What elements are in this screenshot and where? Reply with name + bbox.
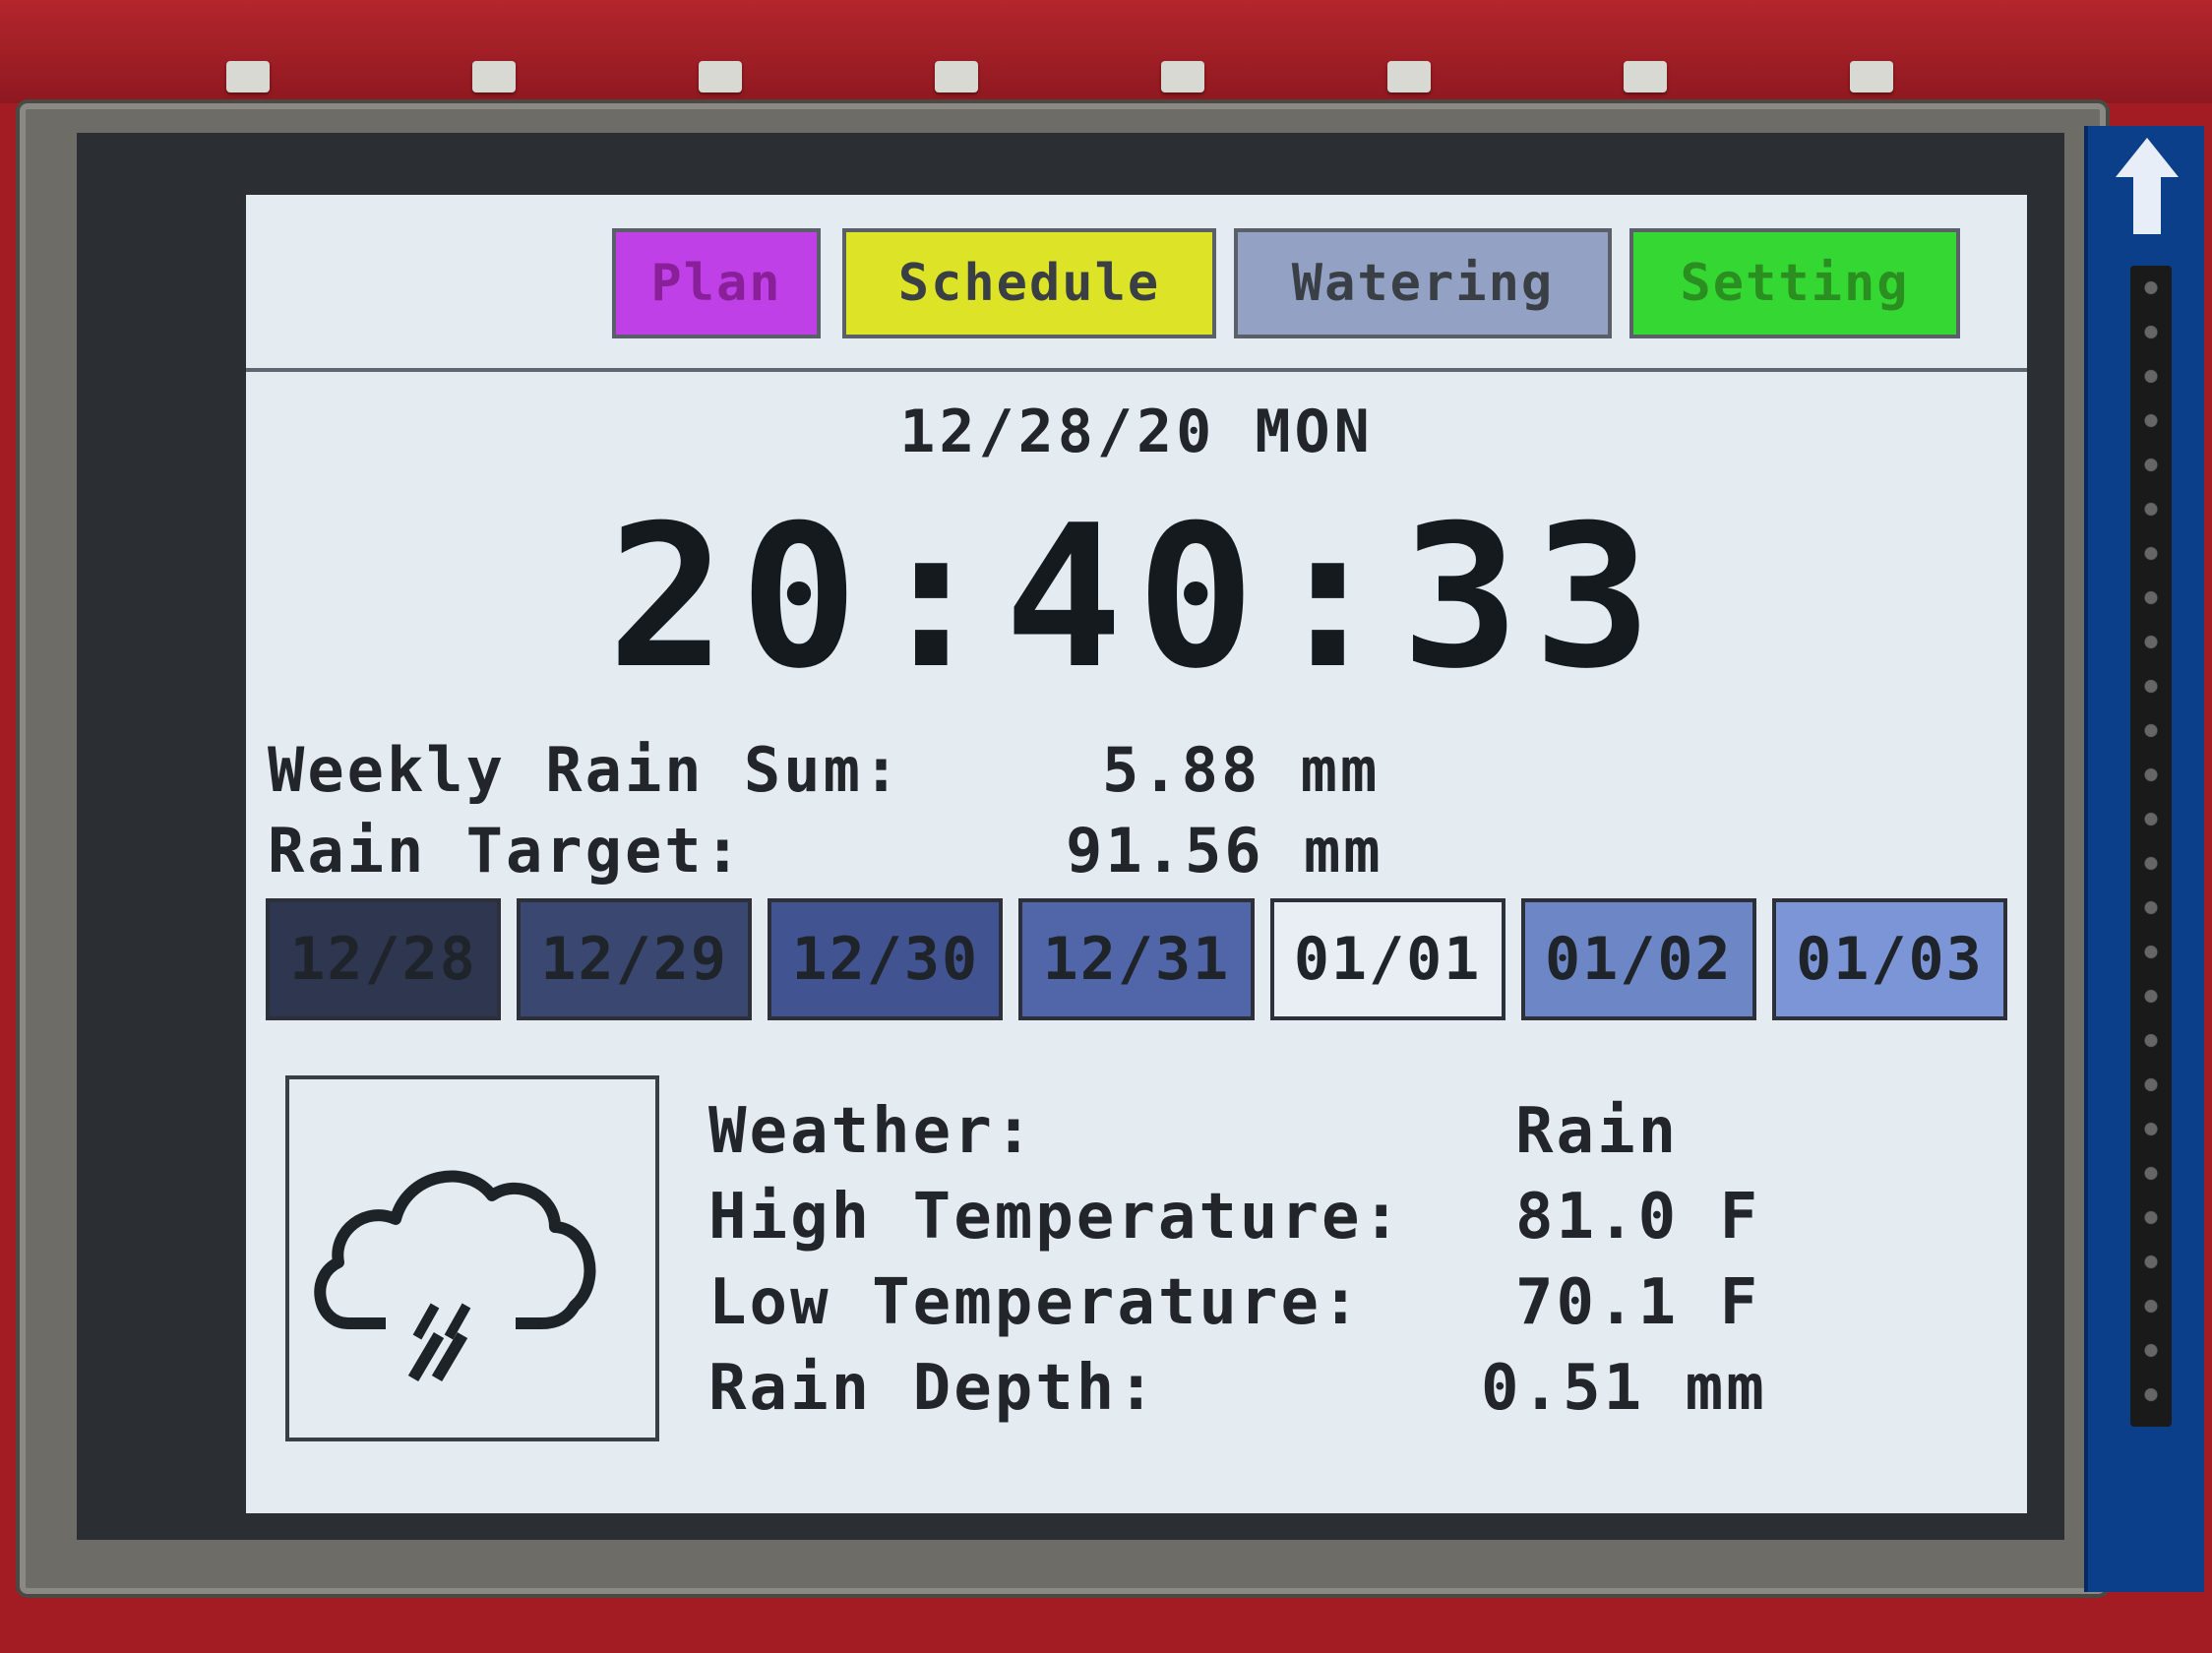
tab-schedule[interactable]: Schedule [842, 228, 1216, 338]
day-button[interactable]: 12/29 [517, 898, 753, 1020]
day-button[interactable]: 12/28 [266, 898, 502, 1020]
clock-display: 20:40:33 [607, 483, 1666, 712]
day-selector: 12/28 12/29 12/30 12/31 01/01 01/02 01/03 [266, 898, 2007, 1020]
day-button[interactable]: 01/03 [1771, 898, 2007, 1020]
day-button[interactable]: 12/31 [1018, 898, 1255, 1020]
rain-target-label: Rain Target: [268, 815, 744, 887]
weather-value: Rain [1515, 1095, 1680, 1168]
tab-bar: Plan Schedule Watering Setting [246, 195, 2027, 372]
rain-depth-value: 0.51 mm [1481, 1352, 1767, 1425]
tab-setting[interactable]: Setting [1629, 228, 1960, 338]
high-temp-label: High Temperature: [708, 1181, 1404, 1254]
pin-header-side [2130, 266, 2172, 1427]
low-temp-value: 70.1 F [1515, 1266, 1761, 1339]
high-temp-value: 81.0 F [1515, 1181, 1761, 1254]
rain-depth-label: Rain Depth: [708, 1352, 1158, 1425]
arrow-up-icon [2116, 138, 2179, 177]
date-display: 12/28/20 MON [899, 398, 1374, 466]
day-button[interactable]: 01/01 [1269, 898, 1505, 1020]
lcd-screen: Plan Schedule Watering Setting 12/28/20 … [246, 195, 2027, 1513]
day-button[interactable]: 01/02 [1520, 898, 1756, 1020]
weather-label: Weather: [708, 1095, 1036, 1168]
tab-watering[interactable]: Watering [1234, 228, 1612, 338]
cloud-rain-icon [314, 1170, 596, 1382]
weekly-rain-value: 5.88 mm [1102, 734, 1381, 806]
pin-header-top [226, 61, 2096, 100]
weekly-rain-label: Weekly Rain Sum: [268, 734, 903, 806]
rain-target-value: 91.56 mm [1066, 815, 1383, 887]
day-button[interactable]: 12/30 [768, 898, 1004, 1020]
tab-plan[interactable]: Plan [612, 228, 821, 338]
weather-icon-box [285, 1075, 659, 1441]
low-temp-label: Low Temperature: [708, 1266, 1363, 1339]
